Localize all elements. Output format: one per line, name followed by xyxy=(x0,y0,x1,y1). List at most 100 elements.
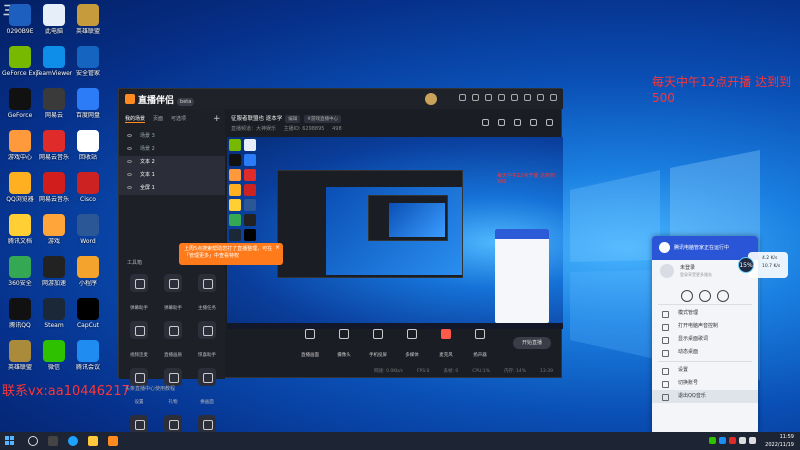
help-icon[interactable] xyxy=(485,94,492,101)
minimize-icon[interactable] xyxy=(524,94,531,101)
live-companion-taskbar-icon[interactable] xyxy=(108,436,118,446)
wechat-tray-icon[interactable] xyxy=(709,437,716,444)
bell-icon[interactable] xyxy=(514,119,521,126)
desktop-icon[interactable]: 网易云音乐 xyxy=(36,172,72,203)
desktop-icon[interactable]: 小程序 xyxy=(70,256,106,287)
tooltip-close-button[interactable]: × xyxy=(275,244,280,251)
tool-button[interactable]: 弹幕助手 xyxy=(123,274,155,313)
taskbar-clock[interactable]: 11:59 2022/11/19 xyxy=(765,433,794,449)
eye-icon[interactable] xyxy=(127,186,132,189)
desktop-icon[interactable]: 0290B9E xyxy=(2,4,38,35)
tab-options[interactable]: 可选项 xyxy=(171,115,186,123)
tutorial-link[interactable]: 头条直播中心使用教程 xyxy=(125,385,175,392)
notification-icon[interactable] xyxy=(530,119,537,126)
tool-icon xyxy=(130,274,148,292)
start-icon[interactable] xyxy=(5,436,15,446)
next-track-icon[interactable] xyxy=(717,290,729,302)
source-control-button[interactable]: 多媒体 xyxy=(399,328,425,360)
scene-item[interactable]: 文本 1 xyxy=(119,169,225,182)
desktop-icon[interactable]: 网游加速 xyxy=(36,256,72,287)
skin-icon[interactable] xyxy=(498,94,505,101)
desktop-icon[interactable]: QQ浏览器 xyxy=(2,172,38,203)
previous-track-icon[interactable] xyxy=(681,290,693,302)
network-speed-widget[interactable]: 15% 4.2 K/s 10.7 K/s xyxy=(738,252,788,278)
desktop-icon[interactable]: 网易云 xyxy=(36,88,72,119)
desktop-icon[interactable]: 游戏 xyxy=(36,214,72,245)
desktop-icon[interactable]: 百度网盘 xyxy=(70,88,106,119)
tool-button[interactable]: 主播任务 xyxy=(191,274,223,313)
desktop-icon[interactable]: Steam xyxy=(36,298,72,329)
edit-title-button[interactable]: 编辑 xyxy=(285,115,301,123)
scene-item[interactable]: 场景 2 xyxy=(119,143,225,156)
tool-button[interactable]: 视频连麦 xyxy=(123,321,155,360)
desktop-icon[interactable]: 网易云音乐 xyxy=(36,130,72,161)
scene-item[interactable]: 文本 2 xyxy=(119,156,225,169)
desktop-icon[interactable]: 此电脑 xyxy=(36,4,72,35)
desktop-icon[interactable]: 腾讯会议 xyxy=(70,340,106,371)
tray-menu-item[interactable]: 切换账号 xyxy=(652,377,758,390)
source-control-button[interactable]: 直播画面 xyxy=(297,328,323,360)
tool-button[interactable]: 直播画质 xyxy=(157,321,189,360)
eye-icon[interactable] xyxy=(127,173,132,176)
source-control-button[interactable]: 麦克风 xyxy=(433,328,459,360)
music-tray-icon[interactable] xyxy=(729,437,736,444)
task-view-icon[interactable] xyxy=(48,436,58,446)
gift-icon[interactable] xyxy=(482,119,489,126)
desktop-icon[interactable]: CapCut xyxy=(70,298,106,329)
desktop-icon[interactable]: TeamViewer xyxy=(36,46,72,77)
tray-menu-item[interactable]: 模式管理 xyxy=(652,307,758,320)
desktop-icon[interactable]: 游戏中心 xyxy=(2,130,38,161)
share-icon[interactable] xyxy=(546,119,553,126)
desktop-icon[interactable]: 微信 xyxy=(36,340,72,371)
room-tag[interactable]: #游戏直播中心 xyxy=(304,115,342,123)
maximize-icon[interactable] xyxy=(537,94,544,101)
source-control-button[interactable]: 摄像头 xyxy=(331,328,357,360)
source-control-icon xyxy=(441,328,451,339)
scene-item[interactable]: 全屏 1 xyxy=(119,182,225,195)
tray-menu-item[interactable]: 动态桌面 xyxy=(652,346,758,359)
desktop-icon[interactable]: GeForce xyxy=(2,88,38,119)
tray-menu-item[interactable]: 设置 xyxy=(652,364,758,377)
tab-scenes[interactable]: 我的场景 xyxy=(125,115,146,123)
desktop-icon[interactable]: 安全管家 xyxy=(70,46,106,77)
desktop-icon[interactable]: 腾讯QQ xyxy=(2,298,38,329)
close-icon[interactable] xyxy=(550,94,557,101)
source-control-button[interactable]: 扬声器 xyxy=(467,328,493,360)
source-control-icon xyxy=(475,328,485,339)
settings-icon[interactable] xyxy=(459,94,466,101)
tab-pages[interactable]: 页面 xyxy=(153,115,163,123)
desktop-icon[interactable]: 腾讯文档 xyxy=(2,214,38,245)
eye-icon[interactable] xyxy=(127,147,132,150)
network-icon[interactable] xyxy=(739,437,746,444)
desktop-icon[interactable]: 360安全 xyxy=(2,256,38,287)
message-icon[interactable] xyxy=(472,94,479,101)
qq-tray-icon[interactable] xyxy=(719,437,726,444)
desktop-icon[interactable]: 英雄联盟 xyxy=(70,4,106,35)
tray-menu-item[interactable]: 打开电脑声音控制 xyxy=(652,320,758,333)
desktop-icon[interactable]: 英雄联盟 xyxy=(2,340,38,371)
stream-preview[interactable]: 每天中午12点开播 达到到500 xyxy=(227,137,563,329)
file-explorer-icon[interactable] xyxy=(88,436,98,446)
desktop-icon[interactable]: 回收站 xyxy=(70,130,106,161)
eye-icon[interactable] xyxy=(127,160,132,163)
source-control-button[interactable]: 手机投屏 xyxy=(365,328,391,360)
edge-icon[interactable] xyxy=(68,436,78,446)
tool-button[interactable]: 惊喜助手 xyxy=(191,321,223,360)
search-icon[interactable] xyxy=(28,436,38,446)
user-avatar[interactable] xyxy=(425,93,437,105)
tray-menu-item[interactable]: 退出QQ音乐 xyxy=(652,390,758,403)
menu-icon[interactable] xyxy=(511,94,518,101)
calendar-icon[interactable] xyxy=(498,119,505,126)
tool-button[interactable]: 换画面 xyxy=(191,368,223,407)
tool-button[interactable]: 弹幕助手 xyxy=(157,274,189,313)
desktop-icon[interactable]: Cisco xyxy=(70,172,106,203)
tray-menu-item[interactable]: 显示桌面歌词 xyxy=(652,333,758,346)
eye-icon[interactable] xyxy=(127,134,132,137)
desktop-icon[interactable]: GeForce Experience xyxy=(2,46,38,77)
scene-item[interactable]: 场景 3 xyxy=(119,130,225,143)
volume-icon[interactable] xyxy=(749,437,756,444)
add-scene-button[interactable]: + xyxy=(213,114,221,124)
start-live-button[interactable]: 开始直播 xyxy=(513,337,551,349)
desktop-icon[interactable]: Word xyxy=(70,214,106,245)
play-icon[interactable] xyxy=(699,290,711,302)
